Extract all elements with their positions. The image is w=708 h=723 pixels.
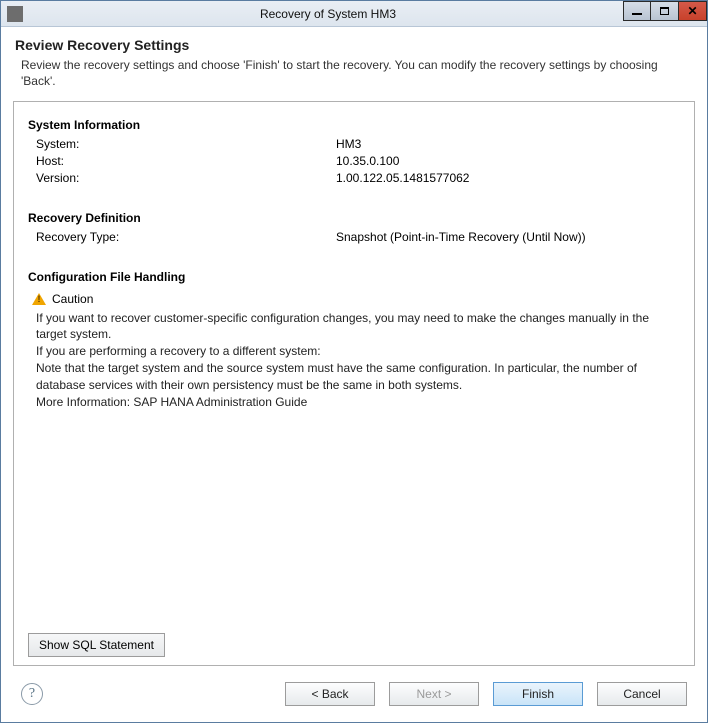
- finish-button[interactable]: Finish: [493, 682, 583, 706]
- header-zone: Review Recovery Settings Review the reco…: [1, 27, 707, 95]
- version-label: Version:: [36, 170, 336, 187]
- cancel-button[interactable]: Cancel: [597, 682, 687, 706]
- show-sql-statement-button[interactable]: Show SQL Statement: [28, 633, 165, 657]
- recovery-type-label: Recovery Type:: [36, 229, 336, 246]
- caution-line-4: More Information: SAP HANA Administratio…: [36, 394, 680, 411]
- system-information-heading: System Information: [28, 118, 680, 132]
- content-area: Review Recovery Settings Review the reco…: [1, 27, 707, 722]
- page-title: Review Recovery Settings: [15, 37, 693, 53]
- caution-label: Caution: [52, 292, 93, 306]
- version-row: Version: 1.00.122.05.1481577062: [28, 170, 680, 187]
- main-panel: System Information System: HM3 Host: 10.…: [13, 101, 695, 666]
- maximize-icon: [660, 7, 669, 15]
- recovery-wizard-window: Recovery of System HM3 Review Recovery S…: [0, 0, 708, 723]
- close-icon: [687, 4, 697, 18]
- warning-icon: [32, 293, 46, 305]
- system-value: HM3: [336, 136, 680, 153]
- caution-row: Caution: [28, 292, 680, 306]
- minimize-icon: [632, 13, 642, 15]
- wizard-footer: ? < Back Next > Finish Cancel: [1, 666, 707, 722]
- recovery-type-value: Snapshot (Point-in-Time Recovery (Until …: [336, 229, 680, 246]
- close-button[interactable]: [679, 1, 707, 21]
- caution-line-2: If you are performing a recovery to a di…: [36, 343, 680, 360]
- configuration-file-handling-heading: Configuration File Handling: [28, 270, 680, 284]
- caution-line-3: Note that the target system and the sour…: [36, 360, 680, 394]
- minimize-button[interactable]: [623, 1, 651, 21]
- host-value: 10.35.0.100: [336, 153, 680, 170]
- window-title: Recovery of System HM3: [29, 7, 707, 21]
- page-description: Review the recovery settings and choose …: [15, 57, 693, 89]
- recovery-type-row: Recovery Type: Snapshot (Point-in-Time R…: [28, 229, 680, 246]
- system-row: System: HM3: [28, 136, 680, 153]
- host-label: Host:: [36, 153, 336, 170]
- host-row: Host: 10.35.0.100: [28, 153, 680, 170]
- version-value: 1.00.122.05.1481577062: [336, 170, 680, 187]
- maximize-button[interactable]: [651, 1, 679, 21]
- caution-line-1: If you want to recover customer-specific…: [36, 310, 680, 344]
- help-icon: ?: [29, 686, 35, 702]
- caution-body: If you want to recover customer-specific…: [28, 310, 680, 411]
- recovery-definition-heading: Recovery Definition: [28, 211, 680, 225]
- back-button[interactable]: < Back: [285, 682, 375, 706]
- window-controls: [623, 1, 707, 21]
- help-button[interactable]: ?: [21, 683, 43, 705]
- app-icon: [7, 6, 23, 22]
- titlebar: Recovery of System HM3: [1, 1, 707, 27]
- system-label: System:: [36, 136, 336, 153]
- next-button: Next >: [389, 682, 479, 706]
